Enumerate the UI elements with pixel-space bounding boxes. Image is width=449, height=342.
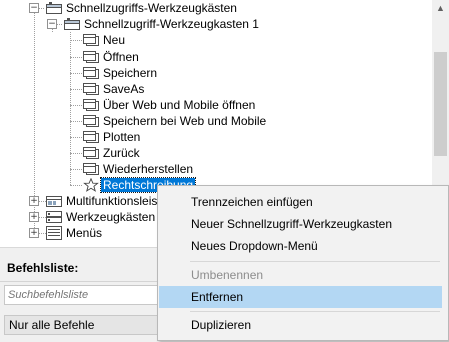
tree-node-label: Plotten [103, 130, 141, 144]
menus-icon [46, 226, 62, 240]
tree-node-label: Speichern bei Web und Mobile [103, 114, 267, 128]
menu-item-insert-separator[interactable]: Trennzeichen einfügen [159, 191, 442, 213]
tree-node-menus[interactable]: Menüs [46, 225, 104, 241]
collapse-expander[interactable]: − [47, 19, 57, 29]
tree-node-quick-access-toolbars[interactable]: Schnellzugriffs-Werkzeugkästen [46, 0, 239, 16]
command-icon [83, 82, 99, 96]
tree-node-label: Speichern [103, 66, 158, 80]
tree-guide-line [70, 121, 82, 122]
tree-guide-line [70, 185, 82, 186]
command-icon [83, 98, 99, 112]
tree-node-command[interactable]: Plotten [83, 129, 142, 145]
tree-node-command[interactable]: SaveAs [83, 81, 146, 97]
tree-node-label: Menüs [66, 226, 103, 240]
command-icon [83, 33, 99, 47]
menu-item-new-quick-access-toolbar[interactable]: Neuer Schnellzugriff-Werkzeugkasten [159, 213, 442, 235]
menu-separator [190, 261, 440, 262]
tree-node-quick-access-toolbar-1[interactable]: Schnellzugriff-Werkzeugkasten 1 [64, 16, 261, 32]
tree-guide-line [70, 32, 71, 185]
command-icon [83, 114, 99, 128]
command-list-title: Befehlsliste: [7, 261, 79, 275]
scroll-up-arrow-icon[interactable]: ▲ [432, 0, 449, 17]
tree-node-label: Öffnen [103, 50, 139, 64]
command-search-input[interactable] [4, 285, 164, 305]
context-menu: Trennzeichen einfügen Neuer Schnellzugri… [157, 185, 449, 341]
command-icon [83, 162, 99, 176]
tree-guide-line [70, 153, 82, 154]
tree-node-command[interactable]: Über Web und Mobile öffnen [83, 97, 257, 113]
tree-guide-line [70, 57, 82, 58]
tree-node-label: Schnellzugriff-Werkzeugkasten 1 [84, 17, 259, 31]
quick-access-toolbar-icon [46, 1, 62, 15]
toolbars-icon [46, 210, 62, 224]
command-icon [83, 130, 99, 144]
command-icon [83, 50, 99, 64]
scrollbar-thumb[interactable] [434, 52, 447, 156]
tree-guide-line [70, 40, 82, 41]
tree-node-command[interactable]: Speichern bei Web und Mobile [83, 113, 268, 129]
tree-node-label: Werkzeugkästen [66, 210, 156, 224]
tree-node-command[interactable]: Speichern [83, 65, 159, 81]
ribbon-icon [46, 194, 62, 208]
command-filter-select[interactable]: Nur alle Befehle [4, 315, 164, 335]
tree-node-label: Multifunktionsleiste [66, 194, 168, 208]
expand-expander[interactable]: + [29, 228, 39, 238]
tree-guide-line [70, 137, 82, 138]
tree-node-label: SaveAs [103, 82, 145, 96]
menu-item-remove[interactable]: Entfernen [159, 286, 442, 308]
tree-node-command[interactable]: Neu [83, 32, 127, 48]
menu-separator [190, 311, 440, 312]
tree-node-label: Schnellzugriffs-Werkzeugkästen [66, 1, 237, 15]
command-icon [83, 66, 99, 80]
menu-item-new-dropdown-menu[interactable]: Neues Dropdown-Menü [159, 235, 442, 257]
tree-node-ribbon[interactable]: Multifunktionsleiste [46, 193, 169, 209]
collapse-expander[interactable]: − [29, 3, 39, 13]
menu-item-duplicate[interactable]: Duplizieren [159, 314, 442, 336]
star-icon [83, 178, 99, 192]
tree-guide-line [70, 105, 82, 106]
tree-node-command[interactable]: Wiederherstellen [83, 161, 195, 177]
tree-guide-line [70, 73, 82, 74]
expand-expander[interactable]: + [29, 212, 39, 222]
tree-node-toolbars[interactable]: Werkzeugkästen [46, 209, 157, 225]
quick-access-toolbar-icon [64, 17, 80, 31]
tree-node-command[interactable]: Öffnen [83, 49, 141, 65]
tree-node-command[interactable]: Zurück [83, 145, 142, 161]
tree-node-label: Neu [103, 33, 126, 47]
expand-expander[interactable]: + [29, 196, 39, 206]
tree-node-label: Über Web und Mobile öffnen [103, 98, 256, 112]
tree-node-label: Wiederherstellen [103, 162, 194, 176]
menu-item-rename: Umbenennen [191, 268, 264, 282]
tree-node-label: Zurück [103, 146, 140, 160]
tree-guide-line [70, 169, 82, 170]
command-icon [83, 146, 99, 160]
tree-guide-line [70, 89, 82, 90]
